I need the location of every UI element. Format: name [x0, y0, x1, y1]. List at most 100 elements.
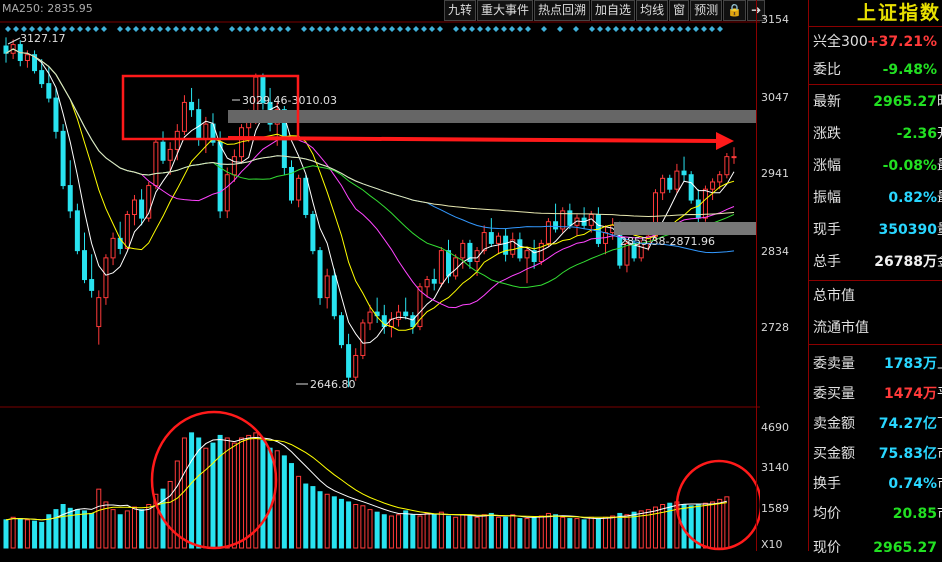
price-tick: 2834 [761, 245, 789, 258]
quote-value: 350390 [878, 222, 937, 238]
volume-bar [224, 437, 230, 549]
event-diamond [637, 26, 643, 32]
event-diamond [189, 26, 195, 32]
candle-body [674, 170, 680, 190]
candle-body [667, 177, 673, 190]
event-diamond [285, 26, 291, 32]
gap-top-label: 3029.46-3010.03 [242, 94, 337, 107]
event-diamond [157, 26, 163, 32]
kline-chart[interactable]: 3127.17 3029.46-3010.03 2855.38-2871.96 264… [0, 0, 760, 551]
event-diamond [477, 26, 483, 32]
quote-value: 75.83亿 [878, 446, 937, 462]
quote-value: 2965.27 [873, 540, 937, 556]
quote-aux-label: 量 [937, 216, 942, 244]
ma250-label: MA250: [2, 2, 44, 15]
candle-body [60, 130, 66, 187]
quote-aux-label: 最 [937, 152, 942, 180]
candle-body [731, 156, 737, 159]
volume-bar [517, 518, 523, 549]
volume-bar [239, 437, 245, 549]
candle-body [153, 141, 159, 187]
event-diamond [373, 26, 379, 32]
candle-body [203, 123, 209, 140]
volume-bar [146, 504, 152, 549]
quote-label: 买金额 [813, 446, 855, 462]
volume-bar [24, 519, 30, 549]
event-diamond [493, 26, 499, 32]
volume-bar [210, 442, 216, 549]
event-diamond [141, 26, 147, 32]
event-diamond [349, 26, 355, 32]
event-diamond [461, 26, 467, 32]
quote-row: 涨跌 -2.36开 [809, 120, 942, 148]
gap-bottom-label: 2855.38-2871.96 [620, 235, 715, 248]
ma20-line [5, 48, 735, 309]
volume-bar [131, 506, 137, 549]
quote-value: -0.08% [882, 158, 937, 174]
toolbar-button-7[interactable]: 🔒 [723, 0, 747, 21]
volume-bar [531, 516, 537, 549]
price-tick: 2941 [761, 167, 789, 180]
quote-label: 涨幅 [813, 158, 841, 174]
quote-label: 流通市值 [813, 320, 869, 336]
volume-tick: 3140 [761, 461, 789, 474]
quote-aux-label: 金 [937, 248, 942, 276]
toolbar-button-3[interactable]: 加自选 [591, 0, 636, 21]
toolbar-button-6[interactable]: 预测 [690, 0, 723, 21]
candle-body [545, 221, 551, 244]
toolbar-button-4[interactable]: 均线 [636, 0, 669, 21]
volume-bar [296, 475, 302, 549]
candle-body [453, 257, 459, 277]
candle-body [403, 311, 409, 317]
volume-bar [17, 518, 23, 549]
candle-body [717, 174, 723, 183]
volume-bar [60, 504, 66, 549]
toolbar-button-1[interactable]: 重大事件 [477, 0, 534, 21]
candle-body [438, 250, 444, 284]
volume-bar [374, 511, 380, 549]
quote-row: 卖金额 74.27亿下 [809, 410, 942, 438]
event-diamond [677, 26, 683, 32]
candle-body [688, 174, 694, 201]
candle-body [488, 232, 494, 244]
event-diamond [173, 26, 179, 32]
candle-body [724, 156, 730, 176]
chart-toolbar: 九转 重大事件 热点回溯 加自选 均线窗预测 🔒 ➔ [444, 0, 766, 21]
quote-label: 总市值 [813, 288, 855, 304]
event-diamond [325, 26, 331, 32]
event-diamond [557, 26, 563, 32]
event-diamond [165, 26, 171, 32]
candle-body [82, 250, 88, 281]
high-pointer [7, 37, 21, 45]
volume-ma10-line [5, 437, 727, 521]
volume-bar [39, 521, 45, 549]
candle-body [367, 311, 373, 324]
toolbar-button-0[interactable]: 九转 [444, 0, 477, 21]
quote-aux-label: 平 [937, 380, 942, 408]
candle-body [446, 250, 452, 277]
candle-body [331, 275, 337, 317]
quote-aux-label: 下 [937, 410, 942, 438]
quote-value: +37.21% [866, 34, 937, 50]
volume-bar [410, 514, 416, 549]
event-diamond [589, 26, 595, 32]
event-diamond [237, 26, 243, 32]
volume-bar [3, 519, 9, 549]
event-diamond [5, 26, 11, 32]
volume-bar [32, 520, 38, 549]
volume-bar [510, 514, 516, 549]
quote-label: 均价 [813, 506, 841, 522]
volume-bar [717, 498, 723, 549]
event-diamond [501, 26, 507, 32]
volume-bar [403, 510, 409, 549]
toolbar-button-5[interactable]: 窗 [669, 0, 690, 21]
candle-body [353, 354, 359, 378]
quote-row: 总市值 [809, 282, 942, 310]
candle-body [660, 177, 666, 194]
quote-row: 总手 26788万金 [809, 248, 942, 276]
toolbar-button-2[interactable]: 热点回溯 [534, 0, 591, 21]
event-diamond [645, 26, 651, 32]
quote-value: 26788万 [874, 254, 937, 270]
event-diamond [69, 26, 75, 32]
volume-bar [310, 486, 316, 549]
